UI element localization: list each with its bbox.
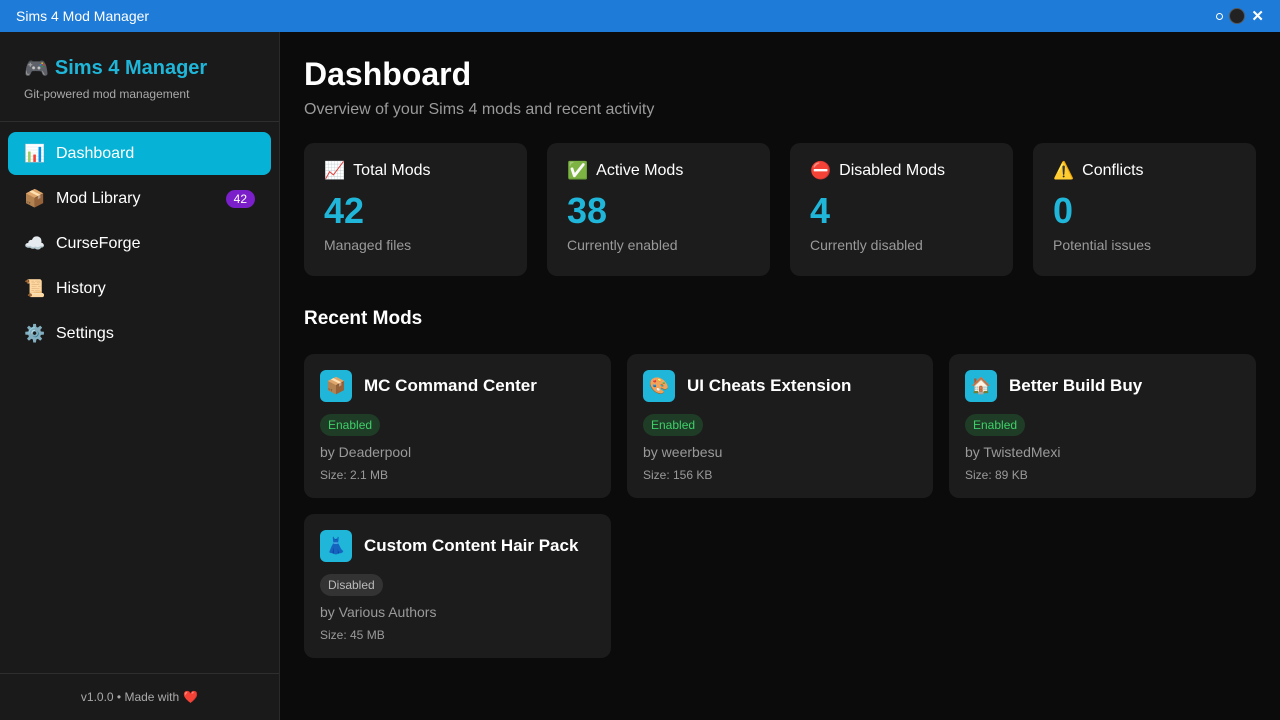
close-icon[interactable]: ✕ (1251, 9, 1264, 24)
mod-card[interactable]: 🏠 Better Build Buy Enabled by TwistedMex… (949, 354, 1256, 498)
stat-card-conflicts: ⚠️ Conflicts 0 Potential issues (1033, 143, 1256, 276)
warning-icon: ⚠️ (1053, 161, 1075, 180)
stat-description: Potential issues (1053, 236, 1152, 253)
sidebar-item-history[interactable]: 📜 History (8, 267, 271, 310)
sidebar-item-label: CurseForge (56, 234, 141, 252)
house-icon: 🏠 (965, 370, 997, 402)
mod-card[interactable]: 👗 Custom Content Hair Pack Disabled by V… (304, 514, 611, 658)
sidebar-item-label: Settings (56, 324, 114, 342)
gear-icon: ⚙️ (24, 323, 46, 343)
brand: 🎮 Sims 4 Manager Git-powered mod managem… (0, 32, 279, 122)
sidebar-footer: v1.0.0 • Made with ❤️ (0, 673, 279, 720)
sidebar-item-label: Dashboard (56, 144, 135, 162)
mod-author: by TwistedMexi (965, 444, 1061, 460)
mod-name: UI Cheats Extension (687, 376, 852, 395)
mod-card[interactable]: 📦 MC Command Center Enabled by Deaderpoo… (304, 354, 611, 498)
mod-size: Size: 2.1 MB (320, 468, 389, 482)
page-title: Dashboard (304, 56, 472, 92)
stat-description: Currently enabled (567, 236, 678, 253)
version-text: v1.0.0 • Made with (80, 690, 180, 704)
stat-value: 42 (324, 190, 365, 231)
mod-size: Size: 89 KB (965, 468, 1028, 482)
sidebar-item-label: History (56, 279, 106, 297)
brand-title: 🎮 Sims 4 Manager (24, 56, 255, 81)
mod-count-badge: 42 (225, 189, 255, 208)
brand-subtitle: Git-powered mod management (24, 87, 190, 101)
scroll-icon: 📜 (24, 278, 46, 298)
main-content: Dashboard Overview of your Sims 4 mods a… (280, 32, 1280, 720)
mod-name: Better Build Buy (1009, 376, 1143, 395)
recent-mods-grid: 📦 MC Command Center Enabled by Deaderpoo… (304, 354, 1256, 658)
palette-icon: 🎨 (643, 370, 675, 402)
maximize-icon[interactable] (1229, 8, 1246, 24)
dress-icon: 👗 (320, 530, 352, 562)
mod-author: by Deaderpool (320, 444, 412, 460)
sidebar-item-label: Mod Library (56, 189, 141, 207)
stat-label: Disabled Mods (839, 162, 945, 179)
cloud-icon: ☁️ (24, 233, 46, 253)
stat-card-total-mods: 📈 Total Mods 42 Managed files (304, 143, 527, 276)
stats-row: 📈 Total Mods 42 Managed files ✅ Active Mod… (304, 143, 1256, 276)
window-controls: ✕ (1216, 8, 1264, 24)
sidebar-nav: 📊 Dashboard 📦 Mod Library 42 ☁️ CurseFor… (0, 122, 279, 367)
no-entry-icon: ⛔ (810, 161, 832, 180)
sidebar: 🎮 Sims 4 Manager Git-powered mod managem… (0, 32, 280, 720)
recent-mods-heading: Recent Mods (304, 308, 423, 329)
window-titlebar: Sims 4 Mod Manager ✕ (0, 0, 1280, 32)
minimize-icon[interactable] (1216, 12, 1224, 20)
mod-author: by weerbesu (643, 444, 723, 460)
stat-value: 0 (1053, 190, 1074, 231)
brand-name: Sims 4 Manager (54, 57, 208, 79)
page-subtitle: Overview of your Sims 4 mods and recent … (304, 101, 655, 118)
stat-label: Conflicts (1082, 162, 1144, 179)
trend-up-icon: 📈 (324, 161, 346, 180)
sidebar-item-settings[interactable]: ⚙️ Settings (8, 312, 271, 355)
mod-size: Size: 156 KB (643, 468, 713, 482)
package-icon: 📦 (24, 188, 46, 208)
stat-label: Total Mods (353, 162, 431, 179)
gamepad-icon: 🎮 (24, 58, 49, 80)
chart-icon: 📊 (24, 143, 46, 163)
sidebar-item-curseforge[interactable]: ☁️ CurseForge (8, 222, 271, 265)
window-title: Sims 4 Mod Manager (16, 8, 150, 24)
stat-description: Managed files (324, 236, 412, 253)
stat-description: Currently disabled (810, 236, 923, 253)
check-icon: ✅ (567, 161, 589, 180)
stat-label: Active Mods (596, 162, 684, 179)
stat-card-active-mods: ✅ Active Mods 38 Currently enabled (547, 143, 770, 276)
mod-name: Custom Content Hair Pack (364, 536, 579, 555)
status-badge: Enabled (643, 414, 704, 436)
package-icon: 📦 (320, 370, 352, 402)
mod-name: MC Command Center (364, 376, 537, 395)
stat-value: 38 (567, 190, 608, 231)
sidebar-item-dashboard[interactable]: 📊 Dashboard (8, 132, 271, 175)
status-badge: Enabled (320, 414, 381, 436)
status-badge: Disabled (320, 574, 383, 596)
stat-value: 4 (810, 190, 831, 231)
mod-card[interactable]: 🎨 UI Cheats Extension Enabled by weerbes… (627, 354, 933, 498)
status-badge: Enabled (965, 414, 1026, 436)
stat-card-disabled-mods: ⛔ Disabled Mods 4 Currently disabled (790, 143, 1013, 276)
mod-author: by Various Authors (320, 604, 437, 620)
sidebar-item-mod-library[interactable]: 📦 Mod Library 42 (8, 177, 271, 220)
mod-size: Size: 45 MB (320, 628, 385, 642)
heart-icon: ❤️ (183, 690, 199, 704)
